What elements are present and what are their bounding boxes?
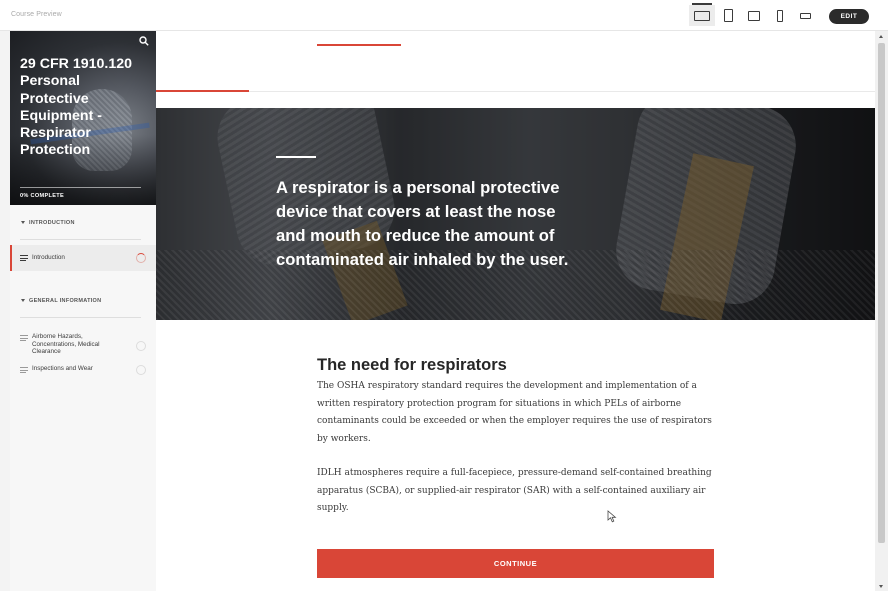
hero-quote: A respirator is a personal protective de… (276, 178, 569, 269)
chevron-down-icon (21, 299, 25, 302)
lesson-label: Airborne Hazards, Concentrations, Medica… (32, 333, 100, 355)
section-rule (20, 239, 141, 240)
progress-text: 0% COMPLETE (20, 193, 65, 199)
content-heading: The need for respirators (317, 356, 507, 374)
section-title: GENERAL INFORMATION (29, 297, 102, 304)
lesson-item-introduction[interactable]: Introduction (10, 245, 156, 271)
tablet-landscape-view-button[interactable] (744, 5, 764, 26)
main-scrollbar[interactable] (875, 31, 888, 591)
lesson-label: Inspections and Wear (32, 365, 93, 372)
tablet-landscape-icon (748, 10, 760, 21)
lesson-item-inspections-and-wear[interactable]: Inspections and Wear (10, 365, 156, 379)
lesson-label: Introduction (32, 254, 65, 262)
scroll-up-icon[interactable] (879, 35, 883, 38)
preview-label: Course Preview (11, 11, 62, 18)
search-icon[interactable] (139, 36, 149, 46)
lesson-content: A respirator is a personal protective de… (156, 31, 875, 591)
tablet-portrait-icon (723, 9, 733, 22)
chevron-down-icon (21, 221, 25, 224)
phone-portrait-view-button[interactable] (772, 5, 788, 26)
content-paragraph: IDLH atmospheres require a full-facepiec… (317, 468, 712, 513)
course-header: 29 CFR 1910.120 Personal Protective Equi… (10, 31, 156, 205)
phone-landscape-view-button[interactable] (796, 5, 814, 26)
phone-portrait-icon (777, 9, 783, 22)
scrollbar-thumb[interactable] (878, 43, 885, 543)
lesson-status-icon (136, 341, 146, 351)
desktop-view-button[interactable] (689, 3, 715, 26)
mouse-pointer-icon (607, 510, 617, 523)
lesson-progress-line (156, 90, 249, 92)
top-bar: Course Preview EDIT (0, 0, 888, 31)
section-rule (20, 317, 141, 318)
lesson-lines-icon (20, 335, 28, 343)
course-title: 29 CFR 1910.120 Personal Protective Equi… (20, 56, 132, 159)
continue-button[interactable]: CONTINUE (317, 549, 714, 578)
lesson-lines-icon (20, 367, 28, 375)
section-header-general-information[interactable]: GENERAL INFORMATION (10, 283, 156, 318)
content-paragraph: The OSHA respiratory standard requires t… (317, 381, 712, 444)
course-sidebar: 29 CFR 1910.120 Personal Protective Equi… (10, 31, 156, 591)
active-indicator (692, 3, 712, 5)
hero-quote-block: A respirator is a personal protective de… (156, 108, 875, 320)
lesson-progress-icon (136, 253, 146, 263)
phone-landscape-icon (799, 12, 811, 19)
tablet-portrait-view-button[interactable] (719, 5, 737, 26)
lesson-lines-icon (20, 255, 28, 263)
top-accent-line (317, 44, 401, 46)
section-header-introduction[interactable]: INTRODUCTION (10, 205, 156, 240)
lesson-item-airborne-hazards[interactable]: Airborne Hazards, Concentrations, Medica… (10, 333, 156, 359)
lesson-status-icon (136, 365, 146, 375)
edit-button[interactable]: EDIT (829, 9, 869, 24)
section-title: INTRODUCTION (29, 219, 75, 226)
progress-rule (20, 187, 141, 188)
scroll-down-icon[interactable] (879, 585, 883, 588)
section-divider (156, 91, 875, 92)
hero-accent-line (276, 156, 316, 158)
desktop-icon (694, 10, 710, 21)
